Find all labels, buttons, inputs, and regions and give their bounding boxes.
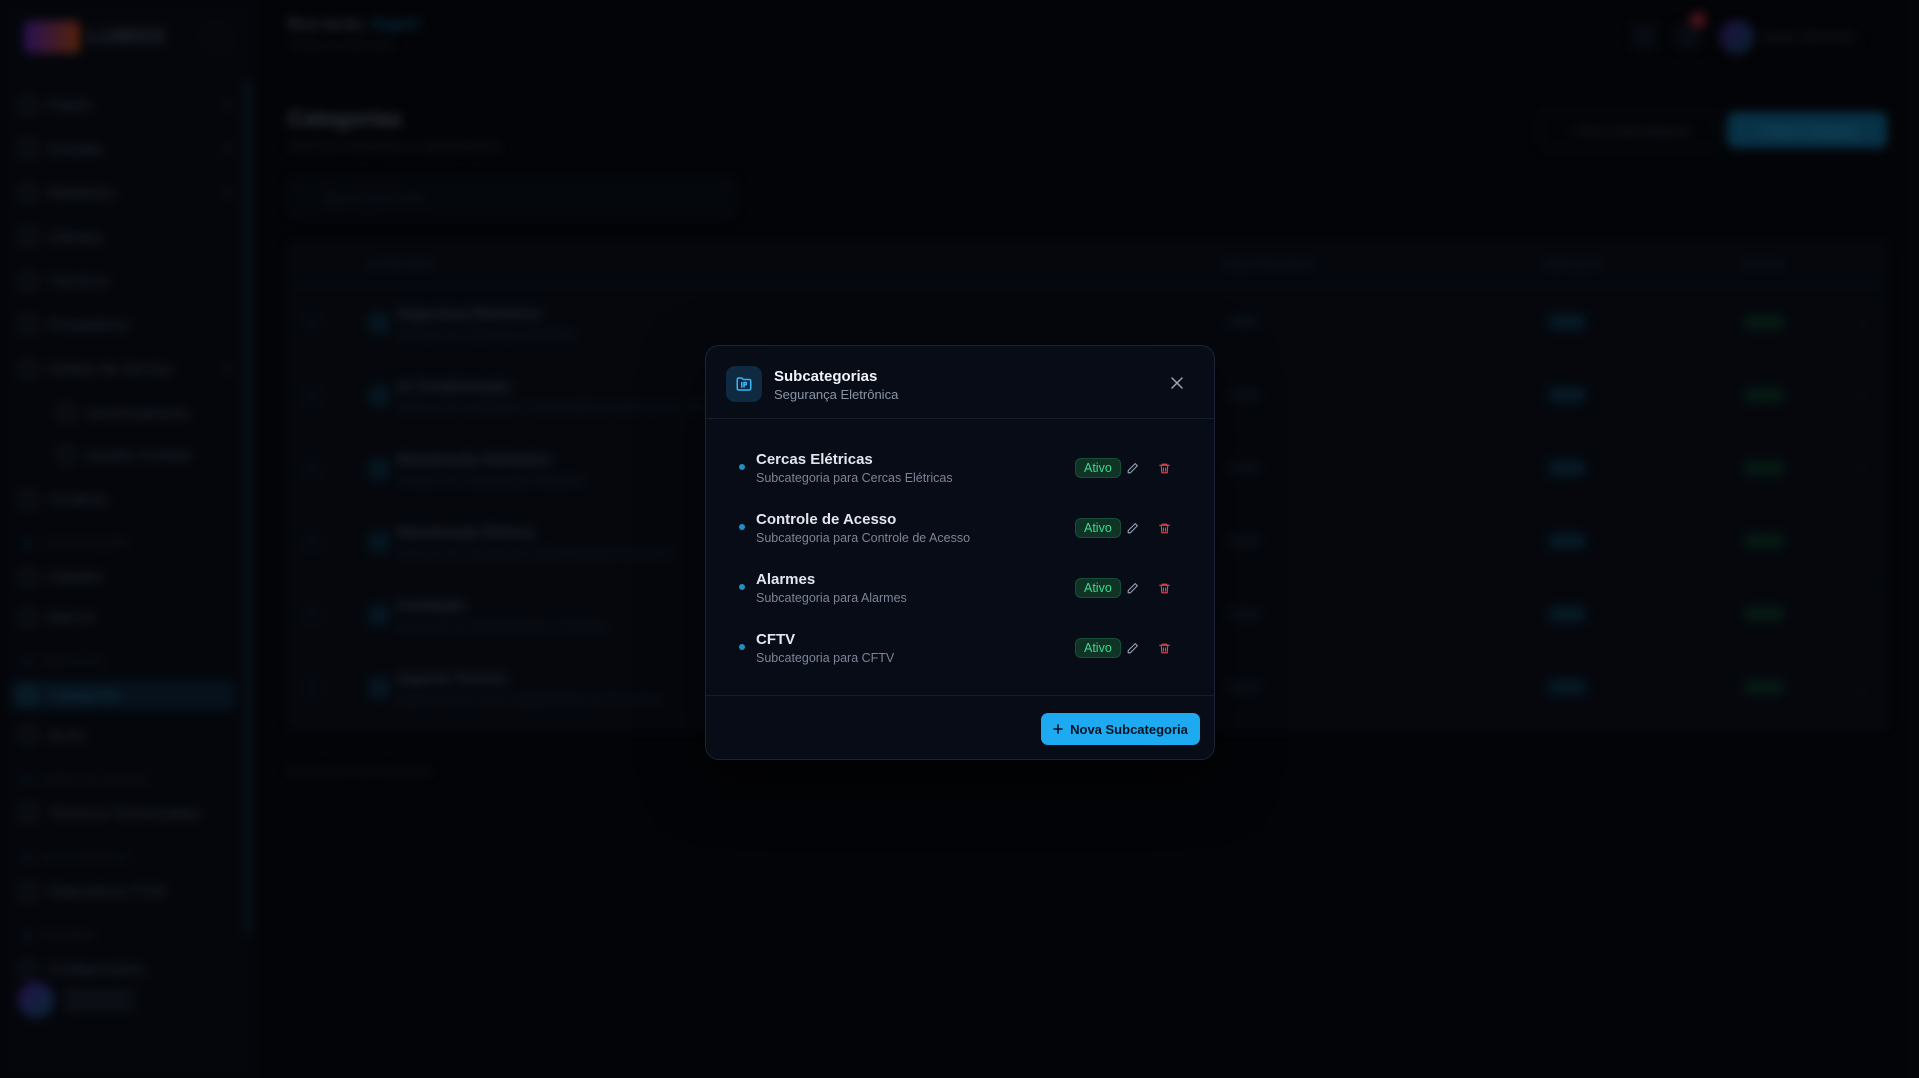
new-subcategory-label: Nova Subcategoria [1070,721,1188,737]
bullet-icon [739,524,745,530]
subcategory-item: Controle de Acesso Subcategoria para Con… [726,502,1196,554]
bullet-icon [739,584,745,590]
bullet-icon [739,644,745,650]
status-badge: Ativo [1075,638,1121,658]
folder-icon [726,366,762,402]
bullet-icon [739,464,745,470]
plus-icon [1053,722,1063,737]
status-badge: Ativo [1075,578,1121,598]
edit-icon[interactable] [1123,579,1141,597]
new-subcategory-button[interactable]: Nova Subcategoria [1041,713,1200,745]
edit-icon[interactable] [1123,639,1141,657]
subcategory-name: Controle de Acesso [756,511,897,528]
trash-icon[interactable] [1155,639,1173,657]
trash-icon[interactable] [1155,579,1173,597]
close-icon[interactable] [1168,374,1186,392]
subcategories-modal: Subcategorias Segurança Eletrônica Cerca… [705,345,1215,760]
trash-icon[interactable] [1155,459,1173,477]
subcategory-name: CFTV [756,631,796,648]
modal-title: Subcategorias [774,368,878,385]
edit-icon[interactable] [1123,519,1141,537]
status-badge: Ativo [1075,518,1121,538]
trash-icon[interactable] [1155,519,1173,537]
subcategory-name: Cercas Elétricas [756,451,873,468]
subcategory-item: CFTV Subcategoria para CFTV Ativo [726,622,1196,674]
edit-icon[interactable] [1123,459,1141,477]
subcategory-item: Cercas Elétricas Subcategoria para Cerca… [726,442,1196,494]
subcategory-description: Subcategoria para Alarmes [756,591,907,605]
modal-header: Subcategorias Segurança Eletrônica [706,346,1214,419]
subcategory-item: Alarmes Subcategoria para Alarmes Ativo [726,562,1196,614]
subcategory-name: Alarmes [756,571,816,588]
modal-subtitle: Segurança Eletrônica [774,387,899,402]
subcategory-description: Subcategoria para Cercas Elétricas [756,471,953,485]
subcategory-description: Subcategoria para Controle de Acesso [756,531,971,545]
subcategory-description: Subcategoria para CFTV [756,651,895,665]
modal-footer: Nova Subcategoria [706,695,1214,761]
status-badge: Ativo [1075,458,1121,478]
